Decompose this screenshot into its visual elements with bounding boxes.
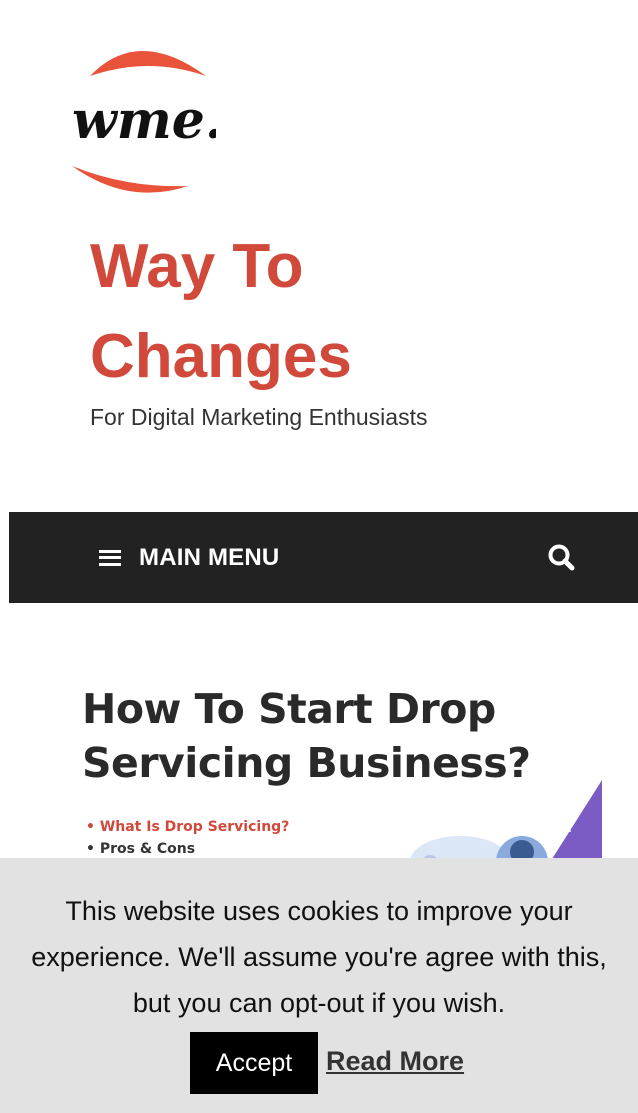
accept-cookies-button[interactable]: Accept <box>190 1032 318 1094</box>
logo-top-arc <box>90 51 206 76</box>
cookie-message: This website uses cookies to improve you… <box>31 896 607 1018</box>
read-more-link[interactable]: Read More <box>326 1046 464 1077</box>
search-button[interactable] <box>544 540 580 576</box>
featured-title-line1: How To Start Drop <box>82 685 496 733</box>
main-navbar: MAIN MENU <box>9 512 638 603</box>
featured-bullet: • Pros & Cons <box>86 841 196 857</box>
featured-image-title: How To Start Drop Servicing Business? <box>82 682 531 790</box>
main-menu-button[interactable]: MAIN MENU <box>99 512 279 603</box>
logo-text: wтe. <box>72 90 216 151</box>
site-title-line1[interactable]: Way To <box>90 222 510 312</box>
logo-graphic: wтe. <box>72 51 223 193</box>
logo-bottom-arc <box>72 166 188 193</box>
search-icon <box>548 544 575 571</box>
featured-post-image[interactable]: How To Start Drop Servicing Business? • … <box>72 660 602 870</box>
site-title-line2[interactable]: Changes <box>90 312 510 402</box>
featured-bullet: • What Is Drop Servicing? <box>86 819 290 835</box>
hamburger-icon <box>99 549 121 566</box>
main-menu-label: MAIN MENU <box>139 543 280 571</box>
site-title[interactable]: Way To Changes <box>90 222 510 402</box>
cookie-consent-banner: This website uses cookies to improve you… <box>0 858 638 1113</box>
featured-bullets: • What Is Drop Servicing? • Pros & Cons <box>86 816 289 860</box>
svg-text:?: ? <box>566 817 575 836</box>
site-tagline: For Digital Marketing Enthusiasts <box>90 404 428 430</box>
illustration-graphic: ? <box>410 780 602 870</box>
site-logo[interactable]: wтe. <box>68 38 223 198</box>
